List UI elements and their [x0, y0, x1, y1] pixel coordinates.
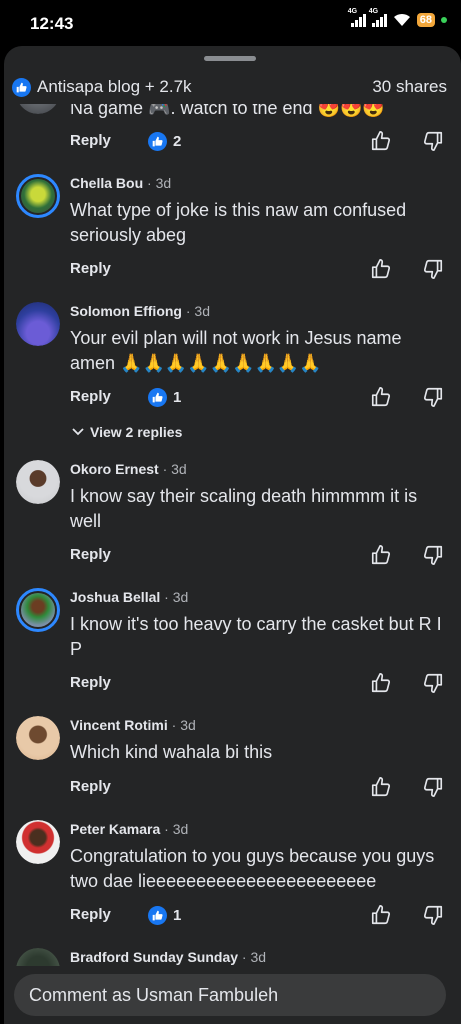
- upvote-icon[interactable]: [370, 258, 392, 284]
- downvote-icon[interactable]: [422, 544, 444, 570]
- network-type-label-2: 4G: [368, 8, 379, 15]
- commenter-avatar[interactable]: [16, 716, 60, 760]
- comment-timestamp: · 3d: [162, 461, 187, 477]
- reactions-summary[interactable]: Antisapa blog + 2.7k: [12, 77, 192, 97]
- comment-input[interactable]: Comment as Usman Fambuleh: [14, 974, 446, 1016]
- comment-text: Na game 🎮. watch to the end 😍😍😍: [70, 104, 385, 118]
- comment-text: I know say their scaling death himmmm it…: [70, 486, 418, 531]
- like-reaction-icon: [12, 77, 31, 97]
- status-time: 12:43: [30, 14, 74, 33]
- comment-timestamp: · 3d: [241, 949, 267, 965]
- view-replies-label: View 2 replies: [90, 424, 183, 440]
- reaction-count[interactable]: 1: [148, 906, 181, 925]
- commenter-name-text: Okoro Ernest: [70, 461, 159, 477]
- reply-button[interactable]: Reply: [70, 132, 111, 149]
- comment-actions: Reply 1: [70, 386, 450, 408]
- comment-timestamp: · 3d: [164, 821, 189, 837]
- comment-timestamp: · 3d: [185, 303, 210, 319]
- reaction-count[interactable]: 2: [148, 132, 181, 151]
- upvote-icon[interactable]: [370, 386, 392, 412]
- commenter-name-text: Bradford Sunday Sunday: [70, 949, 239, 965]
- comment-text: Congratulation to you guys because you g…: [70, 846, 435, 891]
- commenter-avatar[interactable]: [16, 948, 60, 966]
- commenter-avatar[interactable]: [16, 460, 60, 504]
- like-count: 1: [173, 907, 182, 924]
- downvote-icon[interactable]: [422, 130, 444, 156]
- drag-handle[interactable]: [204, 56, 256, 61]
- upvote-icon[interactable]: [370, 130, 392, 156]
- commenter-name-text: Peter Kamara: [70, 821, 161, 837]
- commenter-name[interactable]: Joshua Bellal · 3d: [70, 589, 188, 605]
- comments-sheet: Antisapa blog + 2.7k 30 shares Na game 🎮…: [4, 46, 461, 1024]
- comment-actions: Reply: [70, 672, 450, 694]
- commenter-name[interactable]: Solomon Effiong · 3d: [70, 303, 210, 319]
- commenter-name[interactable]: Bradford Sunday Sunday · 3d: [70, 949, 266, 965]
- comment-input-placeholder: Comment as Usman Fambuleh: [29, 984, 279, 1005]
- commenter-name[interactable]: Chella Bou · 3d: [70, 175, 171, 191]
- reply-button[interactable]: Reply: [70, 546, 111, 563]
- comment-text: What type of joke is this naw am confuse…: [70, 200, 407, 245]
- comments-list: Na game 🎮. watch to the end 😍😍😍 Reply 2 …: [4, 104, 461, 966]
- reaction-count[interactable]: 1: [148, 388, 181, 407]
- commenter-name[interactable]: Okoro Ernest · 3d: [70, 461, 187, 477]
- comment-text: Which kind wahala bi this: [70, 742, 273, 762]
- battery-level: 68: [416, 13, 435, 27]
- reply-button[interactable]: Reply: [70, 674, 111, 691]
- status-bar: 12:43 4G 4G 68: [0, 0, 461, 46]
- upvote-icon[interactable]: [370, 904, 392, 930]
- wifi-icon: [393, 13, 410, 26]
- commenter-name-text: Joshua Bellal: [70, 589, 161, 605]
- commenter-name-text: Chella Bou: [70, 175, 144, 191]
- like-reaction-icon: [148, 906, 167, 925]
- commenter-avatar[interactable]: [16, 820, 60, 864]
- upvote-icon[interactable]: [370, 672, 392, 698]
- view-replies-button[interactable]: View 2 replies: [72, 424, 182, 440]
- commenter-name[interactable]: Vincent Rotimi · 3d: [70, 717, 196, 733]
- comment-text: I know it's too heavy to carry the caske…: [70, 614, 442, 659]
- commenter-avatar[interactable]: [16, 588, 60, 632]
- comment-actions: Reply 2: [70, 130, 450, 152]
- status-icons: 4G 4G 68: [348, 8, 447, 27]
- comment-actions: Reply: [70, 544, 450, 566]
- reactions-count: Antisapa blog + 2.7k: [37, 77, 192, 96]
- like-count: 2: [173, 133, 182, 150]
- comment-timestamp: · 3d: [171, 717, 196, 733]
- reply-button[interactable]: Reply: [70, 778, 111, 795]
- comment-text: Your evil plan will not work in Jesus na…: [70, 328, 402, 373]
- like-count: 1: [173, 389, 182, 406]
- like-reaction-icon: [148, 388, 167, 407]
- chevron-down-icon: [72, 428, 84, 436]
- privacy-indicator-dot: [441, 17, 447, 23]
- network-type-label: 4G: [347, 8, 358, 15]
- sheet-header: Antisapa blog + 2.7k 30 shares: [4, 70, 461, 104]
- downvote-icon[interactable]: [422, 776, 444, 802]
- commenter-avatar[interactable]: [16, 302, 60, 346]
- reply-button[interactable]: Reply: [70, 260, 111, 277]
- commenter-name-text: Solomon Effiong: [70, 303, 182, 319]
- commenter-avatar[interactable]: [16, 174, 60, 218]
- downvote-icon[interactable]: [422, 258, 444, 284]
- reply-button[interactable]: Reply: [70, 906, 111, 923]
- upvote-icon[interactable]: [370, 776, 392, 802]
- comment-timestamp: · 3d: [147, 175, 172, 191]
- comment-actions: Reply 1: [70, 904, 450, 926]
- cellular-signal-icon-2: 4G: [369, 8, 387, 27]
- commenter-name[interactable]: Peter Kamara · 3d: [70, 821, 188, 837]
- upvote-icon[interactable]: [370, 544, 392, 570]
- shares-count[interactable]: 30 shares: [372, 77, 447, 97]
- downvote-icon[interactable]: [422, 672, 444, 698]
- downvote-icon[interactable]: [422, 386, 444, 412]
- commenter-name-text: Vincent Rotimi: [70, 717, 168, 733]
- cellular-signal-icon: 4G: [348, 8, 366, 27]
- commenter-avatar[interactable]: [16, 104, 60, 114]
- comment-actions: Reply: [70, 258, 450, 280]
- like-reaction-icon: [148, 132, 167, 151]
- comment-actions: Reply: [70, 776, 450, 798]
- reply-button[interactable]: Reply: [70, 388, 111, 405]
- downvote-icon[interactable]: [422, 904, 444, 930]
- comment-timestamp: · 3d: [164, 589, 189, 605]
